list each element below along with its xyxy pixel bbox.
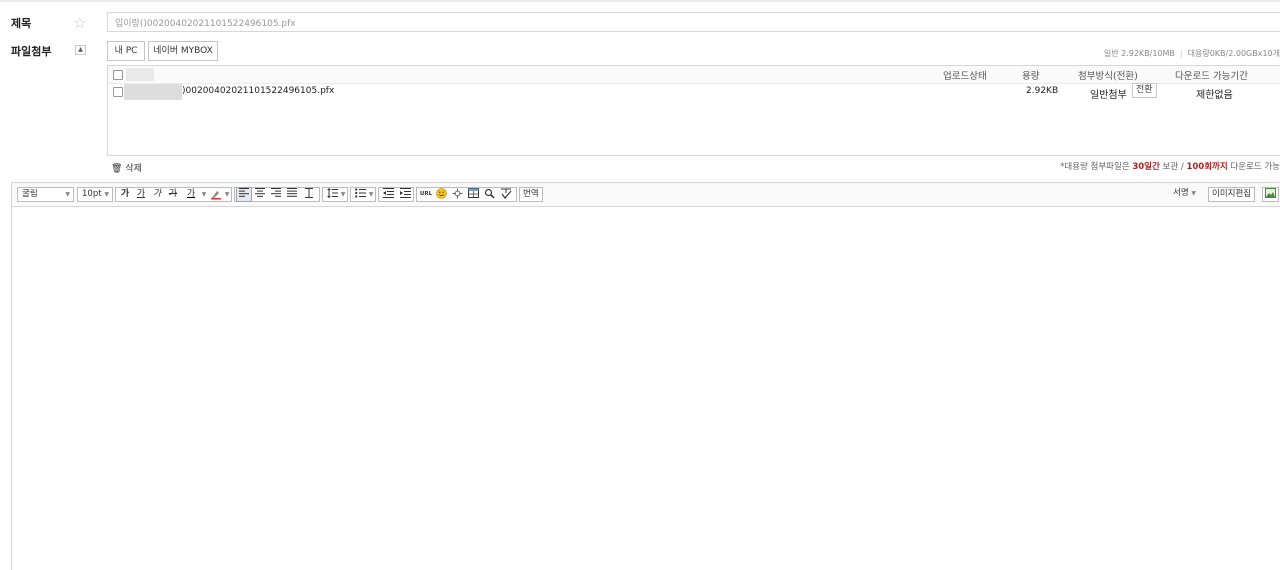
quota-general: 일반 2.92KB/10MB <box>1103 49 1175 58</box>
delete-button[interactable]: 🗑 삭제 <box>111 161 142 174</box>
file-name: )0020040202110152249​6105.pfx <box>182 86 335 96</box>
chevron-down-icon[interactable]: ▼ <box>367 188 375 201</box>
table-icon[interactable] <box>466 188 480 201</box>
translate-button[interactable]: 번역 <box>519 187 543 202</box>
align-justify-icon[interactable] <box>285 188 299 201</box>
notice-count: 100회까지 <box>1186 162 1228 172</box>
highlight-icon[interactable] <box>209 188 223 201</box>
subject-label: 제목 <box>11 17 32 30</box>
chevron-down-icon[interactable]: ▼ <box>223 188 231 201</box>
italic-button[interactable]: 가 <box>150 188 164 201</box>
strikethrough-button[interactable]: 가 <box>166 188 180 201</box>
font-color-button[interactable]: 가 <box>182 188 200 201</box>
align-group <box>234 187 320 202</box>
image-icon[interactable] <box>1262 187 1279 202</box>
file-checkbox[interactable] <box>113 87 123 97</box>
notice-suffix: 다운로드 가능 <box>1227 162 1280 172</box>
align-right-icon[interactable] <box>269 188 283 201</box>
file-size: 2.92KB <box>1026 86 1059 96</box>
chevron-down-icon[interactable]: ▼ <box>339 188 347 201</box>
star-icon[interactable]: ☆ <box>73 14 86 32</box>
editor-toolbar: 굴림 ▼ 10pt ▼ 가 가 가 가 가 ▼ ▼ ▼ ▼ URL 번역 서명 … <box>11 182 1280 207</box>
large-file-notice: *대용량 첨부파일은 30일간 보관 / 100회까지 다운로드 가능 <box>1060 160 1280 172</box>
quota-info: 일반 2.92KB/10MB | 대용량0KB/2.00GBx10개 <box>1103 49 1280 58</box>
link-button[interactable]: URL <box>419 188 433 201</box>
font-family-select[interactable]: 굴림 ▼ <box>17 187 74 202</box>
attach-label: 파일첨부 <box>11 45 52 58</box>
spellcheck-icon[interactable] <box>498 188 514 201</box>
text-cursor-icon[interactable] <box>301 188 317 201</box>
list-group: ▼ <box>350 187 376 202</box>
notice-days: 30일간 <box>1132 162 1160 172</box>
insert-group: URL <box>416 187 517 202</box>
blurred-header-cell <box>126 68 154 81</box>
editor-body[interactable] <box>11 207 1280 570</box>
notice-prefix: *대용량 첨부파일은 <box>1060 162 1133 172</box>
bullet-list-icon[interactable] <box>353 188 367 201</box>
trash-icon: 🗑 <box>111 164 123 174</box>
file-method: 일반첨부 <box>1090 90 1127 101</box>
my-pc-button[interactable]: 내 PC <box>107 41 145 61</box>
chevron-down-icon: ▼ <box>1191 190 1196 197</box>
delete-label: 삭제 <box>125 164 142 174</box>
subject-input[interactable]: 입이랑()0020040202110152249​6105.pfx <box>107 12 1280 32</box>
text-format-group: 가 가 가 가 가 ▼ ▼ <box>115 187 232 202</box>
font-size-value: 10pt <box>82 189 102 199</box>
align-left-icon[interactable] <box>236 187 252 202</box>
col-upload-status: 업로드상태 <box>943 71 987 82</box>
chevron-down-icon[interactable]: ▼ <box>200 188 208 201</box>
line-spacing-group: ▼ <box>322 187 348 202</box>
indent-group <box>378 187 414 202</box>
signature-dropdown[interactable]: 서명 ▼ <box>1170 187 1199 202</box>
convert-button[interactable]: 전환 <box>1132 83 1157 98</box>
select-all-checkbox[interactable] <box>113 70 123 80</box>
outdent-icon[interactable] <box>381 188 396 201</box>
col-download-period: 다운로드 가능기간 <box>1175 71 1248 82</box>
attachment-table-header: 업로드상태 용량 첨부방식(전환) 다운로드 가능기간 <box>108 66 1280 84</box>
font-size-select[interactable]: 10pt ▼ <box>77 187 113 202</box>
image-edit-button[interactable]: 이미지편집 <box>1208 187 1256 202</box>
font-family-value: 굴림 <box>22 189 38 199</box>
file-period: 제한없음 <box>1196 90 1233 101</box>
quota-large: 대용량0KB/2.00GBx10개 <box>1187 49 1280 58</box>
line-spacing-icon[interactable] <box>325 188 339 201</box>
mybox-button[interactable]: 네이버 MYBOX <box>148 41 218 61</box>
top-divider <box>0 0 1280 2</box>
collapse-toggle-button[interactable]: ▲ <box>75 45 86 55</box>
emoticon-icon[interactable] <box>434 188 448 201</box>
col-size: 용량 <box>1022 71 1040 82</box>
notice-mid: 보관 / <box>1159 162 1187 172</box>
underline-button[interactable]: 가 <box>134 188 148 201</box>
align-center-icon[interactable] <box>253 188 267 201</box>
special-char-icon[interactable] <box>450 188 464 201</box>
chevron-down-icon: ▼ <box>104 191 109 198</box>
indent-icon[interactable] <box>398 188 413 201</box>
blurred-filename <box>124 84 182 100</box>
attachment-table: 업로드상태 용량 첨부방식(전환) 다운로드 가능기간 )00200402021… <box>107 65 1280 156</box>
signature-label: 서명 <box>1173 188 1189 198</box>
bold-button[interactable]: 가 <box>118 188 132 201</box>
search-icon[interactable] <box>482 188 496 201</box>
chevron-down-icon: ▼ <box>65 191 70 198</box>
col-attach-method: 첨부방식(전환) <box>1078 71 1138 82</box>
